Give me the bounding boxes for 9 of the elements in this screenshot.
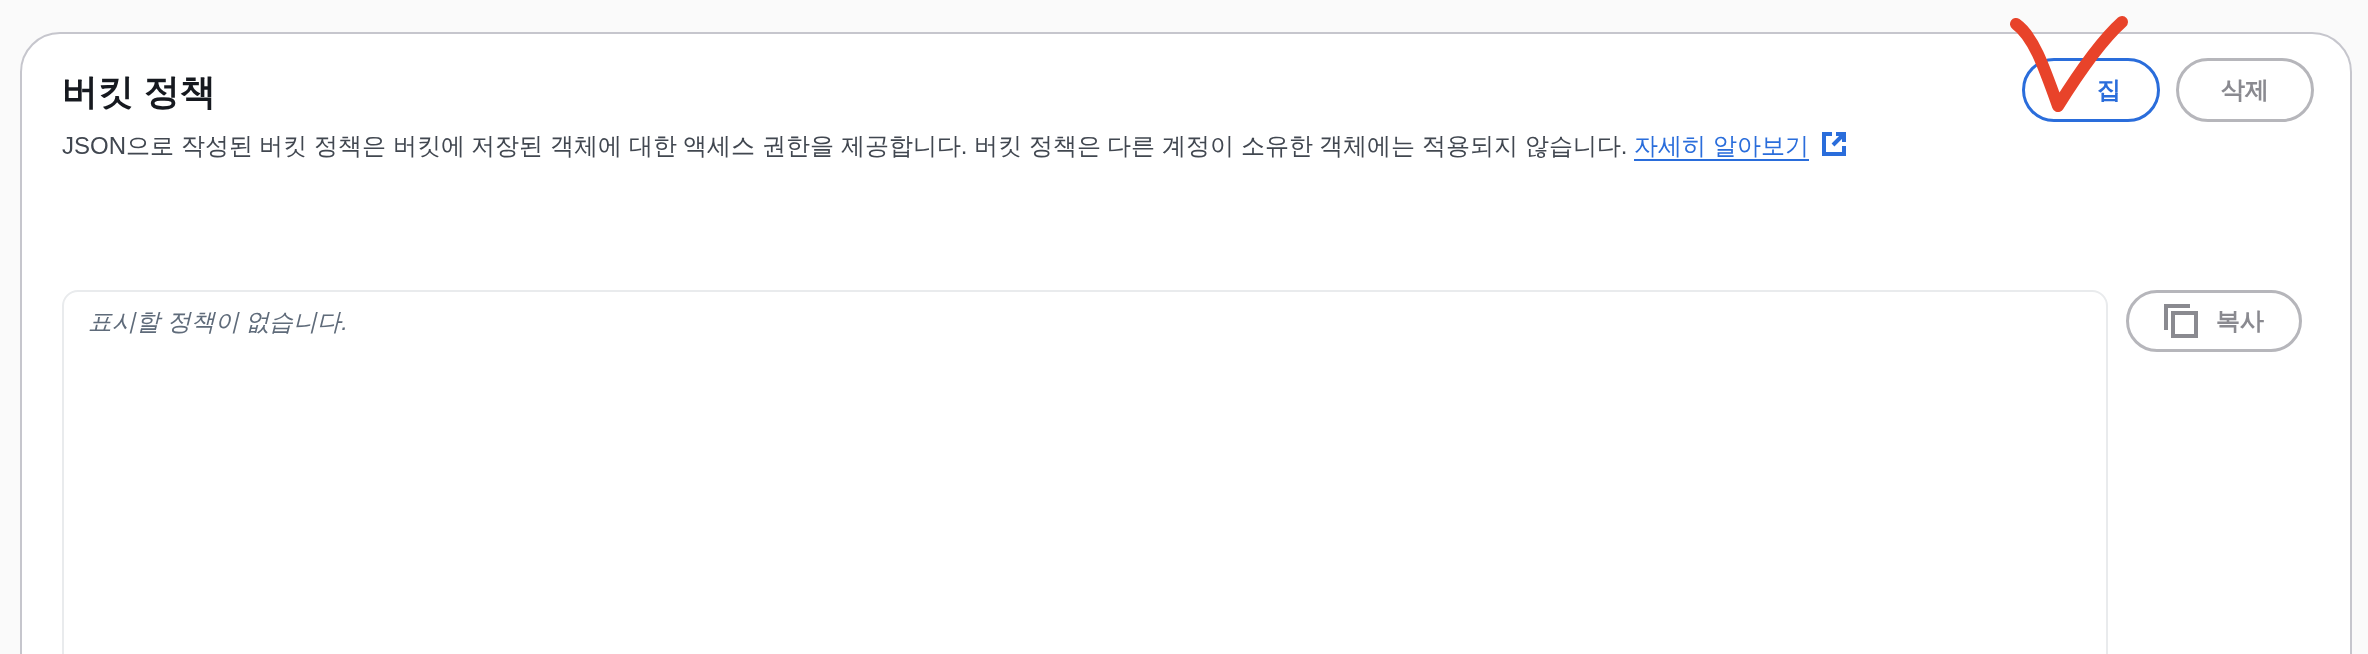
learn-more-link[interactable]: 자세히 알아보기: [1634, 132, 1809, 161]
delete-button[interactable]: 삭제: [2176, 58, 2314, 122]
panel-description: JSON으로 작성된 버킷 정책은 버킷에 저장된 객체에 대한 액세스 권한을 제공합니다. 버킷 정책은 다른 계정이 소유한 객체에는 적용되지 않습니다. 자세히 알아보기: [62, 130, 1847, 162]
editor-placeholder: 표시할 정책이 없습니다.: [88, 308, 348, 335]
external-link-icon: [1820, 131, 1847, 157]
panel-title: 버킷 정책: [62, 70, 217, 114]
copy-icon: [2164, 304, 2198, 338]
copy-button[interactable]: 복사: [2126, 290, 2302, 352]
policy-editor[interactable]: 표시할 정책이 없습니다.: [62, 290, 2108, 654]
